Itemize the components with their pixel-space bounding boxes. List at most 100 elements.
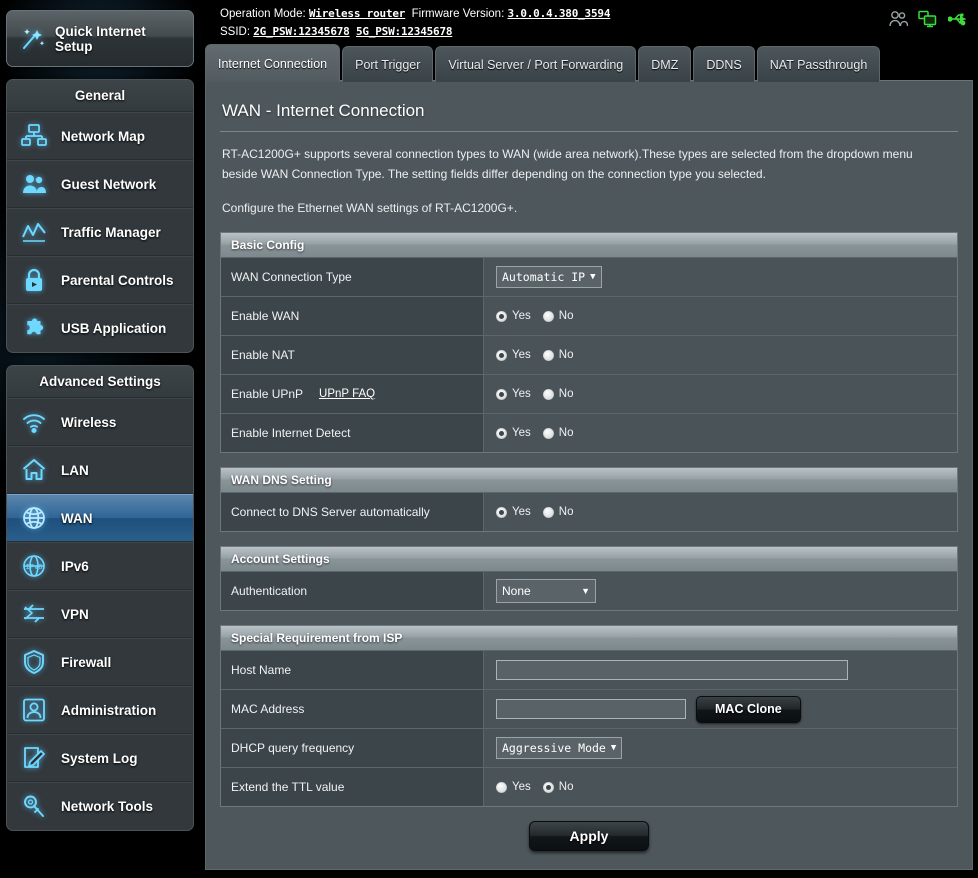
- enable-nat-radio-yes[interactable]: Yes: [496, 349, 531, 361]
- sidebar-item-wan[interactable]: WAN: [7, 494, 193, 542]
- authentication-dropdown[interactable]: None ▼: [496, 579, 596, 603]
- row-label: Enable Internet Detect: [221, 414, 484, 452]
- row-enable-wan: Enable WAN Yes No: [221, 296, 957, 335]
- radio-label: Yes: [512, 781, 531, 793]
- row-label: Enable UPnP UPnP FAQ: [221, 375, 484, 413]
- globe-icon: [19, 503, 49, 533]
- enable-wan-radio-group: Yes No: [496, 310, 573, 322]
- sidebar-item-wireless[interactable]: Wireless: [7, 398, 193, 446]
- row-dhcp-query-frequency: DHCP query frequency Aggressive Mode ▼: [221, 728, 957, 767]
- extend-ttl-radio-group: Yes No: [496, 781, 573, 793]
- label-text: Extend the TTL value: [231, 780, 345, 794]
- sidebar-item-ipv6[interactable]: IPv6 IPv6: [7, 542, 193, 590]
- ipv6-globe-icon: IPv6: [19, 551, 49, 581]
- tab-port-trigger[interactable]: Port Trigger: [342, 46, 434, 82]
- sidebar-label: Traffic Manager: [61, 224, 161, 240]
- row-label: MAC Address: [221, 690, 484, 728]
- dropdown-value: Automatic IP: [502, 270, 586, 284]
- sidebar-label: System Log: [61, 750, 138, 766]
- host-name-input[interactable]: [496, 660, 848, 680]
- dhcp-query-frequency-dropdown[interactable]: Aggressive Mode ▼: [496, 737, 623, 759]
- wan-connection-type-dropdown[interactable]: Automatic IP ▼: [496, 266, 602, 288]
- usb-icon[interactable]: [947, 10, 970, 31]
- row-value: Yes No: [484, 297, 957, 335]
- mac-clone-button[interactable]: MAC Clone: [696, 695, 801, 723]
- enable-internet-detect-radio-no[interactable]: No: [542, 427, 573, 439]
- page-title: WAN - Internet Connection: [220, 95, 958, 132]
- row-label: Enable NAT: [221, 336, 484, 374]
- sidebar-item-vpn[interactable]: VPN: [7, 590, 193, 638]
- topbar-line-ssid: SSID: 2G_PSW:12345678 5G_PSW:12345678: [220, 23, 978, 41]
- upnp-faq-link[interactable]: UPnP FAQ: [319, 388, 375, 400]
- radio-label: Yes: [512, 310, 531, 322]
- sidebar-item-system-log[interactable]: System Log: [7, 734, 193, 782]
- row-label: DHCP query frequency: [221, 729, 484, 767]
- sidebar-item-network-tools[interactable]: Network Tools: [7, 782, 193, 830]
- tab-ddns[interactable]: DDNS: [693, 46, 755, 82]
- enable-nat-radio-no[interactable]: No: [542, 349, 573, 361]
- operation-mode-value[interactable]: Wireless router: [309, 7, 406, 20]
- tab-internet-connection[interactable]: Internet Connection: [205, 44, 341, 82]
- row-value: Aggressive Mode ▼: [484, 729, 957, 767]
- firmware-value[interactable]: 3.0.0.4.380_3594: [507, 7, 610, 20]
- sidebar-item-lan[interactable]: LAN: [7, 446, 193, 494]
- row-label: Authentication: [221, 572, 484, 610]
- extend-ttl-radio-no[interactable]: No: [542, 781, 573, 793]
- enable-internet-detect-radio-yes[interactable]: Yes: [496, 427, 531, 439]
- sidebar-label: WAN: [61, 510, 93, 526]
- sidebar-item-network-map[interactable]: Network Map: [7, 112, 193, 160]
- row-mac-address: MAC Address MAC Clone: [221, 689, 957, 728]
- label-text: WAN Connection Type: [231, 270, 352, 284]
- wifi-icon: [19, 407, 49, 437]
- tab-dmz[interactable]: DMZ: [638, 46, 692, 82]
- advanced-menu-block: Advanced Settings Wireless LAN WAN IPv6 …: [6, 365, 194, 831]
- sidebar-item-firewall[interactable]: Firewall: [7, 638, 193, 686]
- tab-virtual-server-port-forwarding[interactable]: Virtual Server / Port Forwarding: [435, 46, 637, 82]
- mac-address-input[interactable]: [496, 699, 686, 719]
- sidebar-item-guest-network[interactable]: Guest Network: [7, 160, 193, 208]
- parental-controls-lock-icon: [19, 265, 49, 295]
- radio-label: Yes: [512, 427, 531, 439]
- ssid-5g-value[interactable]: 5G_PSW:12345678: [356, 25, 453, 38]
- row-authentication: Authentication None ▼: [221, 571, 957, 610]
- main-content-panel: WAN - Internet Connection RT-AC1200G+ su…: [205, 80, 973, 870]
- label-text: Enable UPnP: [231, 387, 304, 401]
- radio-dot: [542, 781, 554, 793]
- extend-ttl-radio-yes[interactable]: Yes: [496, 781, 531, 793]
- chevron-down-icon: ▼: [610, 743, 617, 753]
- sidebar-item-traffic-manager[interactable]: Traffic Manager: [7, 208, 193, 256]
- connect-dns-radio-yes[interactable]: Yes: [496, 506, 531, 518]
- section-account-settings: Account Settings Authentication None ▼: [220, 546, 958, 611]
- section-header-basic-config: Basic Config: [221, 233, 957, 257]
- row-host-name: Host Name: [221, 650, 957, 689]
- enable-upnp-radio-yes[interactable]: Yes: [496, 388, 531, 400]
- ssid-2g-value[interactable]: 2G_PSW:12345678: [253, 25, 350, 38]
- row-label: WAN Connection Type: [221, 258, 484, 296]
- sidebar-item-usb-application[interactable]: USB Application: [7, 304, 193, 352]
- network-monitor-icon[interactable]: [918, 10, 938, 31]
- enable-wan-radio-no[interactable]: No: [542, 310, 573, 322]
- sidebar-item-parental-controls[interactable]: Parental Controls: [7, 256, 193, 304]
- label-text: Connect to DNS Server automatically: [231, 505, 430, 519]
- sidebar-item-administration[interactable]: Administration: [7, 686, 193, 734]
- dropdown-value: None: [502, 584, 531, 598]
- enable-wan-radio-yes[interactable]: Yes: [496, 310, 531, 322]
- tab-nat-passthrough[interactable]: NAT Passthrough: [756, 46, 881, 82]
- apply-button[interactable]: Apply: [529, 821, 649, 851]
- radio-dot: [542, 349, 554, 361]
- sidebar-label: Parental Controls: [61, 272, 174, 288]
- clients-icon[interactable]: [888, 10, 909, 31]
- quick-internet-setup-label: Quick Internet Setup: [55, 23, 146, 54]
- row-value: Automatic IP ▼: [484, 258, 957, 296]
- row-label: Host Name: [221, 651, 484, 689]
- row-label: Enable WAN: [221, 297, 484, 335]
- row-connect-dns-automatically: Connect to DNS Server automatically Yes …: [221, 492, 957, 531]
- sidebar-label: LAN: [61, 462, 89, 478]
- quick-internet-setup-button[interactable]: Quick Internet Setup: [6, 10, 194, 67]
- traffic-manager-icon: [19, 217, 49, 247]
- enable-upnp-radio-no[interactable]: No: [542, 388, 573, 400]
- row-value: [484, 651, 957, 689]
- radio-dot: [542, 427, 554, 439]
- radio-label: No: [558, 506, 574, 518]
- connect-dns-radio-no[interactable]: No: [542, 506, 574, 518]
